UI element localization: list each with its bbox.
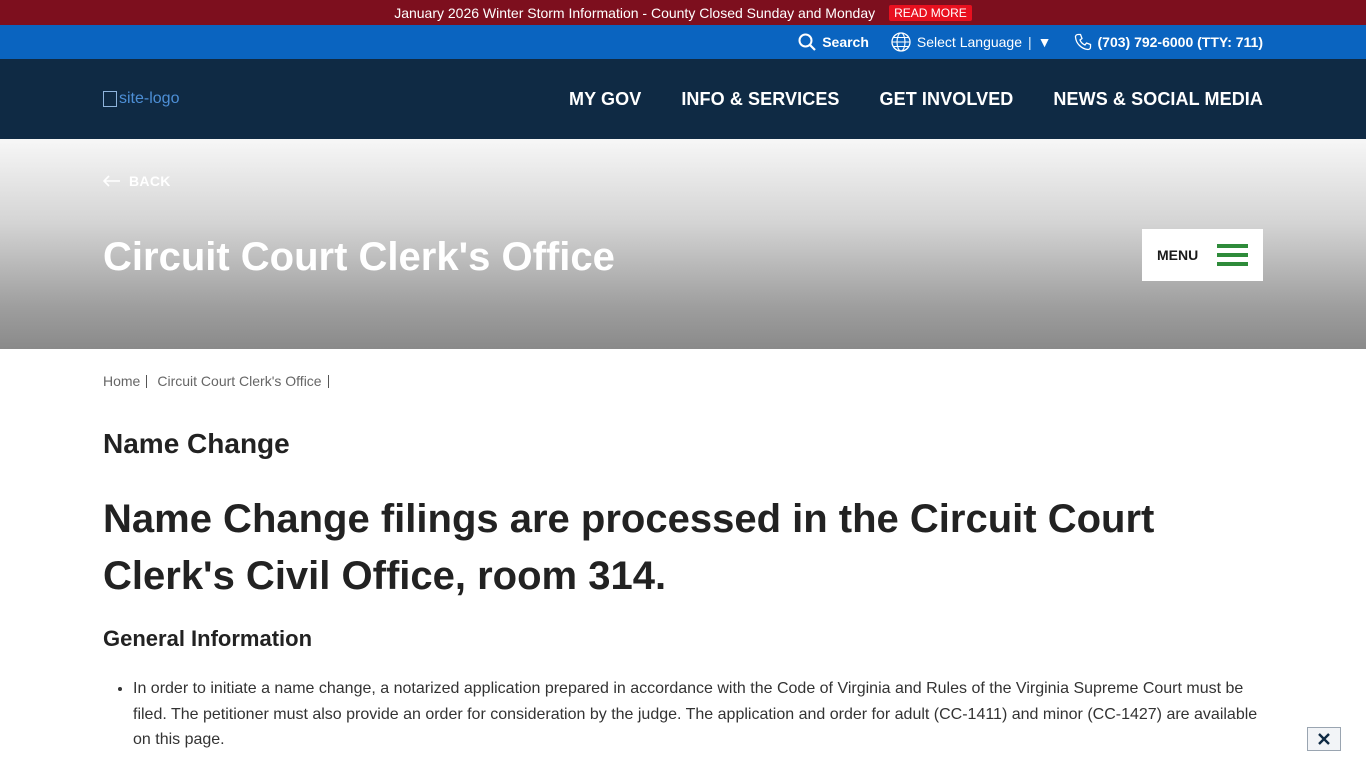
nav-item-info-services[interactable]: INFO & SERVICES [681,89,839,110]
menu-button[interactable]: MENU [1142,229,1263,281]
main-content: Home Circuit Court Clerk's Office Name C… [0,373,1366,753]
hero-title: Circuit Court Clerk's Office [103,235,615,279]
nav-item-my-gov[interactable]: MY GOV [569,89,641,110]
phone-number: (703) 792-6000 (TTY: 711) [1097,34,1264,50]
close-button[interactable] [1307,727,1341,751]
phone-link[interactable]: (703) 792-6000 (TTY: 711) [1074,33,1264,51]
read-more-link[interactable]: READ MORE [889,4,972,21]
menu-label: MENU [1157,247,1199,263]
language-selector[interactable]: Select Language | ▼ [891,32,1052,52]
search-label: Search [822,34,869,50]
breadcrumb-separator [327,374,329,388]
phone-icon [1074,33,1091,51]
search-icon [798,33,816,51]
nav-links: MY GOV INFO & SERVICES GET INVOLVED NEWS… [529,89,1263,110]
breadcrumb-circuit-court[interactable]: Circuit Court Clerk's Office [157,373,321,389]
breadcrumb: Home Circuit Court Clerk's Office [103,373,1263,389]
alert-text[interactable]: January 2026 Winter Storm Information - … [394,5,875,21]
info-list: In order to initiate a name change, a no… [103,676,1263,753]
broken-image-icon [103,91,117,107]
list-item: In order to initiate a name change, a no… [133,676,1263,753]
main-nav: site-logo MY GOV INFO & SERVICES GET INV… [0,59,1366,139]
hamburger-icon [1217,244,1248,266]
utility-bar: Search Select Language | ▼ (703) 792-600… [0,25,1366,59]
globe-icon [891,32,911,52]
nav-item-news-social-media[interactable]: NEWS & SOCIAL MEDIA [1053,89,1263,110]
arrow-left-icon [103,175,120,187]
search-button[interactable]: Search [798,33,869,51]
section-heading: General Information [103,626,313,651]
alert-bar: January 2026 Winter Storm Information - … [0,0,1366,25]
breadcrumb-home[interactable]: Home [103,373,140,389]
site-logo-alt: site-logo [119,90,180,107]
nav-item-get-involved[interactable]: GET INVOLVED [880,89,1014,110]
back-label: BACK [129,173,171,189]
language-label: Select Language [916,34,1022,50]
close-icon [1318,733,1330,745]
breadcrumb-separator [146,374,148,388]
lead-heading: Name Change filings are processed in the… [103,497,1155,598]
chevron-down-icon: ▼ [1037,34,1052,50]
site-logo[interactable]: site-logo [103,90,179,108]
back-link[interactable]: BACK [103,173,171,189]
page-title: Name Change [103,428,290,459]
hero-banner: BACK Circuit Court Clerk's Office MENU [0,139,1366,349]
language-separator: | [1028,34,1032,50]
